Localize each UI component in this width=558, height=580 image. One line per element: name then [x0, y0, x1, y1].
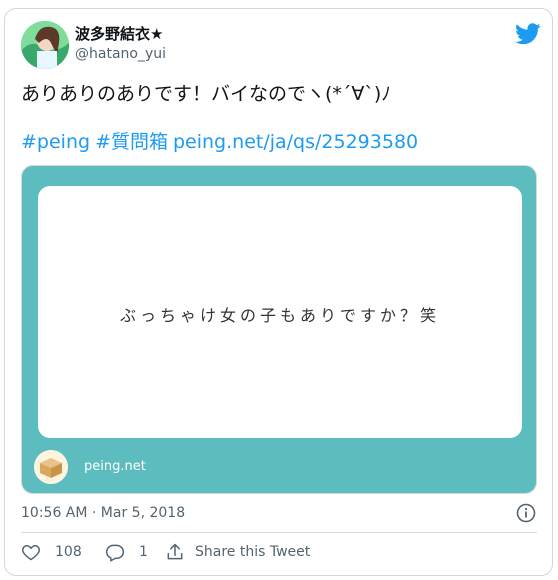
hashtag-peing-link[interactable]: #peing	[21, 131, 90, 153]
reply-button[interactable]: 1	[105, 540, 148, 564]
author-names: 波多野結衣★ @hatano_yui	[75, 24, 166, 63]
question-card: ぶっちゃけ女の子もありですか？笑	[38, 186, 522, 438]
hashtag-question-box-link[interactable]: #質問箱	[95, 131, 168, 153]
heart-icon	[22, 545, 40, 561]
tweet-actions: 108 1 Share this Tweet	[21, 540, 541, 564]
peing-brand-label: peing.net	[84, 459, 146, 474]
share-icon	[167, 543, 183, 560]
media-card[interactable]: ぶっちゃけ女の子もありですか？笑 peing.net	[21, 165, 537, 494]
tweet-links: #peing #質問箱 peing.net/ja/qs/25293580	[21, 129, 541, 155]
avatar-image	[21, 21, 69, 69]
share-label: Share this Tweet	[195, 544, 311, 560]
user-handle[interactable]: @hatano_yui	[75, 45, 166, 63]
question-text: ぶっちゃけ女の子もありですか？笑	[119, 306, 440, 325]
tweet-text: ありありのありです！バイなのでヽ(*´∀`)ﾉ	[21, 83, 391, 105]
divider	[21, 532, 537, 533]
tweet-header: 波多野結衣★ @hatano_yui	[21, 21, 541, 71]
tweet-card: 波多野結衣★ @hatano_yui ありありのありです！バイなのでヽ(*´∀`…	[4, 8, 553, 576]
peing-box-logo	[34, 450, 68, 484]
share-button[interactable]: Share this Tweet	[165, 540, 310, 564]
tweet-timestamp[interactable]: 10:56 AM · Mar 5, 2018	[21, 503, 185, 523]
cardboard-box-icon	[34, 450, 68, 484]
reply-count: 1	[139, 544, 148, 560]
reply-icon	[105, 544, 125, 562]
like-count: 108	[55, 544, 82, 560]
avatar[interactable]	[21, 21, 69, 69]
info-icon[interactable]	[516, 503, 536, 523]
peing-url-link[interactable]: peing.net/ja/qs/25293580	[173, 131, 418, 153]
twitter-bird-icon[interactable]	[515, 23, 541, 45]
like-button[interactable]: 108	[21, 540, 82, 564]
display-name[interactable]: 波多野結衣★	[75, 24, 166, 44]
